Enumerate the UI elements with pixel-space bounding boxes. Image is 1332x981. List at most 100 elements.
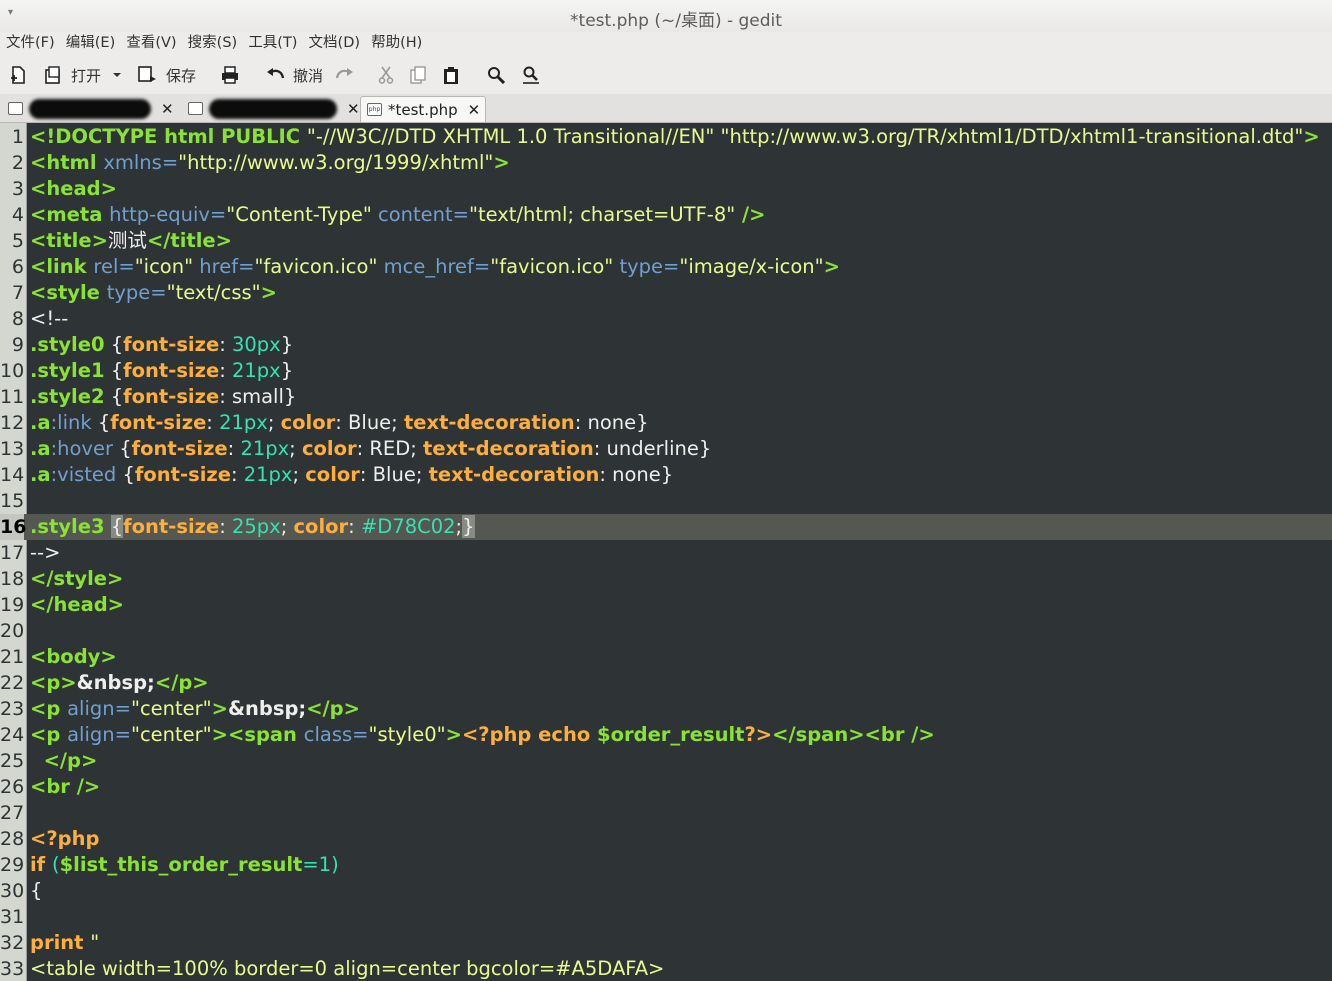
code-line[interactable]: 29 if ($list_this_order_result=1) [0,852,1332,878]
toolbar: 打开 保存 撤消 [0,56,1332,95]
cut-button[interactable] [378,64,394,86]
print-button[interactable] [220,64,240,86]
line-number: 20 [0,620,25,642]
code-line[interactable]: 30{ [0,878,1332,904]
close-icon[interactable]: ✕ [468,101,481,119]
tab-test-php[interactable]: php *test.php ✕ [360,96,486,122]
close-icon[interactable]: ✕ [347,100,360,118]
tab-document-1[interactable]: ✕ [2,96,180,121]
window-title: *test.php (~/桌面) - gedit [570,11,782,31]
code-line[interactable]: 16 .style3 {font-size: 25px; color: #D78C… [0,514,1332,540]
line-number: 11 [0,386,25,408]
code-text: <!-- [30,307,69,330]
line-number: 9 [11,334,24,356]
code-line[interactable]: 15 [0,488,1332,514]
search-icon [488,67,505,84]
code-line[interactable]: 23 <p align="center">&nbsp;</p> [0,696,1332,722]
code-text: .style2 {font-size: small} [30,385,297,408]
copy-button[interactable] [410,64,426,86]
menu-search[interactable]: 搜索(S) [182,32,238,54]
code-line[interactable]: 7 <style type="text/css"> [0,280,1332,306]
code-text: </p> [30,749,98,772]
menu-documents[interactable]: 文档(D) [303,32,360,54]
code-text: <html xmlns="http://www.w3.org/1999/xhtm… [30,151,510,174]
menu-view[interactable]: 查看(V) [120,32,176,54]
line-number: 28 [0,828,25,850]
close-icon[interactable]: ✕ [161,100,174,118]
line-number: 1 [11,126,24,148]
code-line[interactable]: 1 <!DOCTYPE html PUBLIC "-//W3C//DTD XHTM… [0,124,1332,150]
code-editor[interactable]: 1 <!DOCTYPE html PUBLIC "-//W3C//DTD XHTM… [0,123,1332,981]
new-document-button[interactable] [10,64,26,86]
code-line[interactable]: 32 print " [0,930,1332,956]
line-number: 21 [0,646,25,668]
code-text: <?php [30,827,100,850]
scissors-icon [378,66,394,84]
line-number: 31 [0,906,25,928]
menu-file[interactable]: 文件(F) [0,32,55,54]
code-text: <body> [30,645,117,668]
code-text: <table width=100% border=0 align=center … [30,957,665,980]
code-line[interactable]: 24 <p align="center"><span class="style0"… [0,722,1332,748]
code-line[interactable]: 17 --> [0,540,1332,566]
menu-help[interactable]: 帮助(H) [365,32,422,54]
redo-button[interactable] [334,64,354,86]
code-text: .a:visted {font-size: 21px; color: Blue;… [30,463,674,486]
code-text: .style3 {font-size: 25px; color: #D78C02… [30,515,475,538]
line-number: 2 [11,152,24,174]
code-line[interactable]: 12 .a:link {font-size: 21px; color: Blue;… [0,410,1332,436]
save-button[interactable]: 保存 [138,64,196,86]
code-line[interactable]: 6 <link rel="icon" href="favicon.ico" mce… [0,254,1332,280]
clipboard-icon [444,66,458,84]
menu-bar: 文件(F) 编辑(E) 查看(V) 搜索(S) 工具(T) 文档(D) 帮助(H… [0,32,1332,56]
code-line[interactable]: 33 <table width=100% border=0 align=cente… [0,956,1332,981]
line-number: 7 [11,282,24,304]
code-line[interactable]: 10 .style1 {font-size: 21px} [0,358,1332,384]
open-recent-dropdown[interactable] [112,64,122,86]
menu-edit[interactable]: 编辑(E) [60,32,115,54]
code-line[interactable]: 2 <html xmlns="http://www.w3.org/1999/xht… [0,150,1332,176]
code-text: <p>&nbsp;</p> [30,671,209,694]
line-number: 27 [0,802,25,824]
code-line[interactable]: 25 </p> [0,748,1332,774]
code-line[interactable]: 27 [0,800,1332,826]
code-line[interactable]: 11 .style2 {font-size: small} [0,384,1332,410]
paste-button[interactable] [443,64,459,86]
code-text: <title>测试</title> [30,229,232,252]
line-number: 16 [0,514,27,540]
code-text: if ($list_this_order_result=1) [30,853,339,876]
find-replace-button[interactable] [522,64,540,86]
code-line[interactable]: 22 <p>&nbsp;</p> [0,670,1332,696]
code-text: <head> [30,177,117,200]
menu-tools[interactable]: 工具(T) [242,32,297,54]
code-text: .a:hover {font-size: 21px; color: RED; t… [30,437,712,460]
code-line[interactable]: 21 <body> [0,644,1332,670]
code-line[interactable]: 8 <!-- [0,306,1332,332]
code-text: <link rel="icon" href="favicon.ico" mce_… [30,255,840,278]
line-number: 14 [0,464,25,486]
code-text: <p align="center">&nbsp;</p> [30,697,360,720]
undo-button[interactable]: 撤消 [266,64,323,86]
code-line[interactable]: 9 .style0 {font-size: 30px} [0,332,1332,358]
line-number: 30 [0,880,25,902]
line-number: 33 [0,958,25,980]
code-line[interactable]: 5 <title>测试</title> [0,228,1332,254]
find-button[interactable] [487,64,505,86]
line-number: 25 [0,750,25,772]
new-document-icon [11,66,25,84]
code-line[interactable]: 31 [0,904,1332,930]
code-line[interactable]: 28 <?php [0,826,1332,852]
code-line[interactable]: 14 .a:visted {font-size: 21px; color: Blu… [0,462,1332,488]
line-number: 13 [0,438,25,460]
code-line[interactable]: 18 </style> [0,566,1332,592]
open-button[interactable]: 打开 [44,64,101,86]
code-text: .style0 {font-size: 30px} [30,333,294,356]
code-line[interactable]: 13 .a:hover {font-size: 21px; color: RED;… [0,436,1332,462]
code-line[interactable]: 19 </head> [0,592,1332,618]
code-line[interactable]: 4 <meta http-equiv="Content-Type" content… [0,202,1332,228]
code-line[interactable]: 20 [0,618,1332,644]
code-line[interactable]: 3 <head> [0,176,1332,202]
code-line[interactable]: 26 <br /> [0,774,1332,800]
tab-document-2[interactable]: ✕ [182,96,360,121]
line-number: 23 [0,698,25,720]
